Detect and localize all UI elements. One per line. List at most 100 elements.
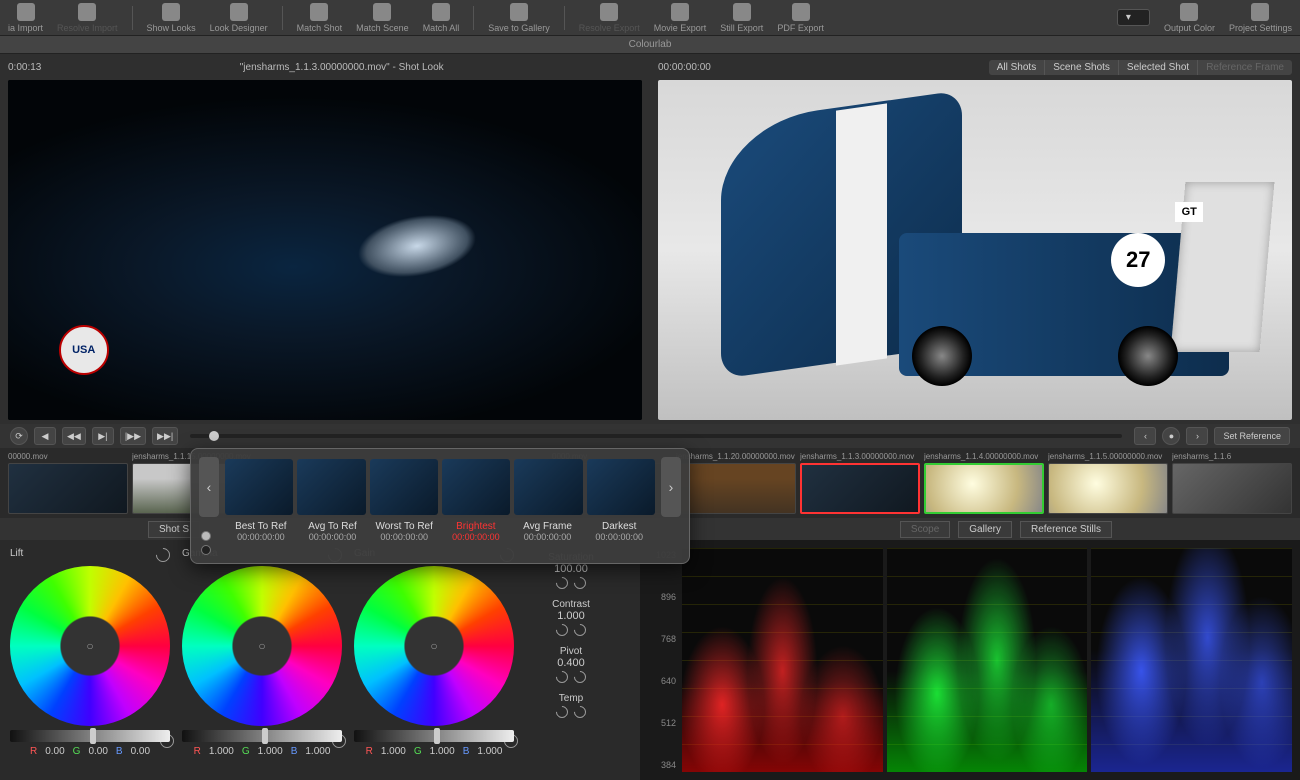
right-viewer: 00:00:00:00 All Shots Scene Shots Select… bbox=[650, 54, 1300, 424]
saturation-reset-icon[interactable] bbox=[554, 575, 571, 592]
match-all-button[interactable]: Match All bbox=[423, 3, 460, 33]
contrast-reset-icon[interactable] bbox=[554, 622, 571, 639]
match-shot-button[interactable]: Match Shot bbox=[297, 3, 343, 33]
project-settings-button[interactable]: Project Settings bbox=[1229, 3, 1292, 33]
popup-option-2[interactable]: Worst To Ref00:00:00:00 bbox=[368, 521, 440, 542]
play-back-button[interactable]: ▶| bbox=[92, 427, 114, 445]
temp-reset-icon[interactable] bbox=[554, 704, 571, 721]
left-clip-0[interactable]: 00000.mov bbox=[8, 452, 128, 514]
output-color-button[interactable]: Output Color bbox=[1164, 3, 1215, 33]
lift-rgb-readout: R0.00 G0.00 B0.00 bbox=[30, 746, 150, 757]
media-import-button[interactable]: ia Import bbox=[8, 3, 43, 33]
still-export-button[interactable]: Still Export bbox=[720, 3, 763, 33]
reference-stills-tab[interactable]: Reference Stills bbox=[1020, 521, 1112, 538]
lift-reset-icon[interactable] bbox=[153, 545, 173, 565]
back-button[interactable]: ◀ bbox=[34, 427, 56, 445]
saturation-link-icon[interactable] bbox=[572, 575, 589, 592]
gamma-wheel-group: Gamma R1.000 G1.000 B1.000 bbox=[182, 548, 342, 772]
left-clip-title: "jensharms_1.1.3.00000000.mov" - Shot Lo… bbox=[240, 62, 444, 73]
gain-color-wheel[interactable] bbox=[354, 566, 514, 726]
filmstrip-left: 00000.mov jensharms_1.1.15.00000000.mov … bbox=[0, 448, 544, 518]
temp-slider[interactable]: Temp bbox=[526, 693, 616, 724]
lift-wheel-group: Lift R0.00 G0.00 B0.00 bbox=[10, 548, 170, 772]
gamma-color-wheel[interactable] bbox=[182, 566, 342, 726]
popup-radio-2[interactable] bbox=[201, 545, 211, 555]
popup-thumb-0[interactable] bbox=[225, 459, 293, 515]
pivot-link-icon[interactable] bbox=[572, 669, 589, 686]
marker-button[interactable]: ● bbox=[1162, 427, 1180, 445]
scope-red-channel bbox=[682, 548, 883, 772]
popup-option-3[interactable]: Brightest00:00:00:00 bbox=[440, 521, 512, 542]
right-clip-1[interactable]: jensharms_1.1.20.00000000.mov bbox=[676, 452, 796, 514]
popup-thumb-1[interactable] bbox=[297, 459, 365, 515]
popup-thumb-3[interactable] bbox=[442, 459, 510, 515]
scopes-panel: 1023896768640512384 bbox=[640, 540, 1300, 780]
shot-filter-pills: All Shots Scene Shots Selected Shot Refe… bbox=[989, 60, 1292, 75]
left-viewport[interactable] bbox=[8, 80, 642, 420]
scope-tab[interactable]: Scope bbox=[900, 521, 950, 538]
popup-option-0[interactable]: Best To Ref00:00:00:00 bbox=[225, 521, 297, 542]
loop-button[interactable]: ⟳ bbox=[10, 427, 28, 445]
popup-radio-1[interactable] bbox=[201, 531, 211, 541]
popup-prev-button[interactable]: ‹ bbox=[199, 457, 219, 517]
match-scene-button[interactable]: Match Scene bbox=[356, 3, 409, 33]
lift-label: Lift bbox=[10, 548, 23, 562]
left-timecode: 0:00:13 bbox=[8, 62, 41, 73]
prev-clip-button[interactable]: ◀◀ bbox=[62, 427, 86, 445]
left-viewer: 0:00:13 "jensharms_1.1.3.00000000.mov" -… bbox=[0, 54, 650, 424]
contrast-link-icon[interactable] bbox=[572, 622, 589, 639]
scope-green-channel bbox=[887, 548, 1088, 772]
popup-option-5[interactable]: Darkest00:00:00:00 bbox=[583, 521, 655, 542]
contrast-slider[interactable]: Contrast1.000 bbox=[526, 599, 616, 642]
pivot-slider[interactable]: Pivot0.400 bbox=[526, 646, 616, 689]
filter-all-shots[interactable]: All Shots bbox=[989, 60, 1045, 75]
output-dropdown[interactable]: ▾ bbox=[1117, 9, 1150, 26]
lift-color-wheel[interactable] bbox=[10, 566, 170, 726]
pivot-reset-icon[interactable] bbox=[554, 669, 571, 686]
temp-link-icon[interactable] bbox=[572, 704, 589, 721]
pdf-export-button[interactable]: PDF Export bbox=[777, 3, 824, 33]
show-looks-button[interactable]: Show Looks bbox=[147, 3, 196, 33]
toolbar-group-import: ia Import Resolve Import bbox=[8, 3, 118, 33]
filter-scene-shots[interactable]: Scene Shots bbox=[1045, 60, 1119, 75]
popup-option-1[interactable]: Avg To Ref00:00:00:00 bbox=[297, 521, 369, 542]
gain-rgb-readout: R1.000 G1.000 B1.000 bbox=[366, 746, 503, 757]
gallery-tab[interactable]: Gallery bbox=[958, 521, 1012, 538]
popup-thumb-4[interactable] bbox=[514, 459, 582, 515]
movie-export-button[interactable]: Movie Export bbox=[654, 3, 707, 33]
resolve-export-button[interactable]: Resolve Export bbox=[579, 3, 640, 33]
right-clip-2[interactable]: jensharms_1.1.3.00000000.mov bbox=[800, 452, 920, 514]
transport-bar: ⟳ ◀ ◀◀ ▶| |▶▶ ▶▶| ‹ ● › Set Reference bbox=[0, 424, 1300, 448]
scope-blue-channel bbox=[1091, 548, 1292, 772]
next-clip-button[interactable]: ▶▶| bbox=[152, 427, 178, 445]
nav-prev-button[interactable]: ‹ bbox=[1134, 427, 1156, 445]
filter-selected-shot[interactable]: Selected Shot bbox=[1119, 60, 1198, 75]
scope-y-axis: 1023896768640512384 bbox=[646, 546, 680, 774]
set-reference-button[interactable]: Set Reference bbox=[1214, 427, 1290, 445]
scrubber[interactable] bbox=[190, 434, 1122, 438]
frame-select-popup: ‹ › Best To Ref00:00:00:00Avg To Ref00:0… bbox=[190, 448, 690, 564]
right-timecode: 00:00:00:00 bbox=[658, 62, 711, 73]
popup-thumb-5[interactable] bbox=[587, 459, 655, 515]
popup-next-button[interactable]: › bbox=[661, 457, 681, 517]
play-forward-button[interactable]: |▶▶ bbox=[120, 427, 146, 445]
color-wheels-panel: Lift R0.00 G0.00 B0.00 Gamma R1.000 G1.0… bbox=[0, 540, 640, 780]
right-clip-3[interactable]: jensharms_1.1.4.00000000.mov bbox=[924, 452, 1044, 514]
resolve-import-button[interactable]: Resolve Import bbox=[57, 3, 118, 33]
right-clip-5[interactable]: jensharms_1.1.6 bbox=[1172, 452, 1292, 514]
popup-thumb-2[interactable] bbox=[370, 459, 438, 515]
gamma-rgb-readout: R1.000 G1.000 B1.000 bbox=[194, 746, 331, 757]
nav-next-button[interactable]: › bbox=[1186, 427, 1208, 445]
right-clip-4[interactable]: jensharms_1.1.5.00000000.mov bbox=[1048, 452, 1168, 514]
gamma-master-slider[interactable] bbox=[182, 730, 342, 742]
right-viewport[interactable]: 27GT bbox=[658, 80, 1292, 420]
app-title-bar: Colourlab bbox=[0, 36, 1300, 54]
gain-master-slider[interactable] bbox=[354, 730, 514, 742]
lift-master-slider[interactable] bbox=[10, 730, 170, 742]
look-designer-button[interactable]: Look Designer bbox=[210, 3, 268, 33]
filter-reference-frame[interactable]: Reference Frame bbox=[1198, 60, 1292, 75]
save-gallery-button[interactable]: Save to Gallery bbox=[488, 3, 550, 33]
main-toolbar: ia Import Resolve Import Show Looks Look… bbox=[0, 0, 1300, 36]
popup-option-4[interactable]: Avg Frame00:00:00:00 bbox=[512, 521, 584, 542]
gain-wheel-group: Gain R1.000 G1.000 B1.000 bbox=[354, 548, 514, 772]
